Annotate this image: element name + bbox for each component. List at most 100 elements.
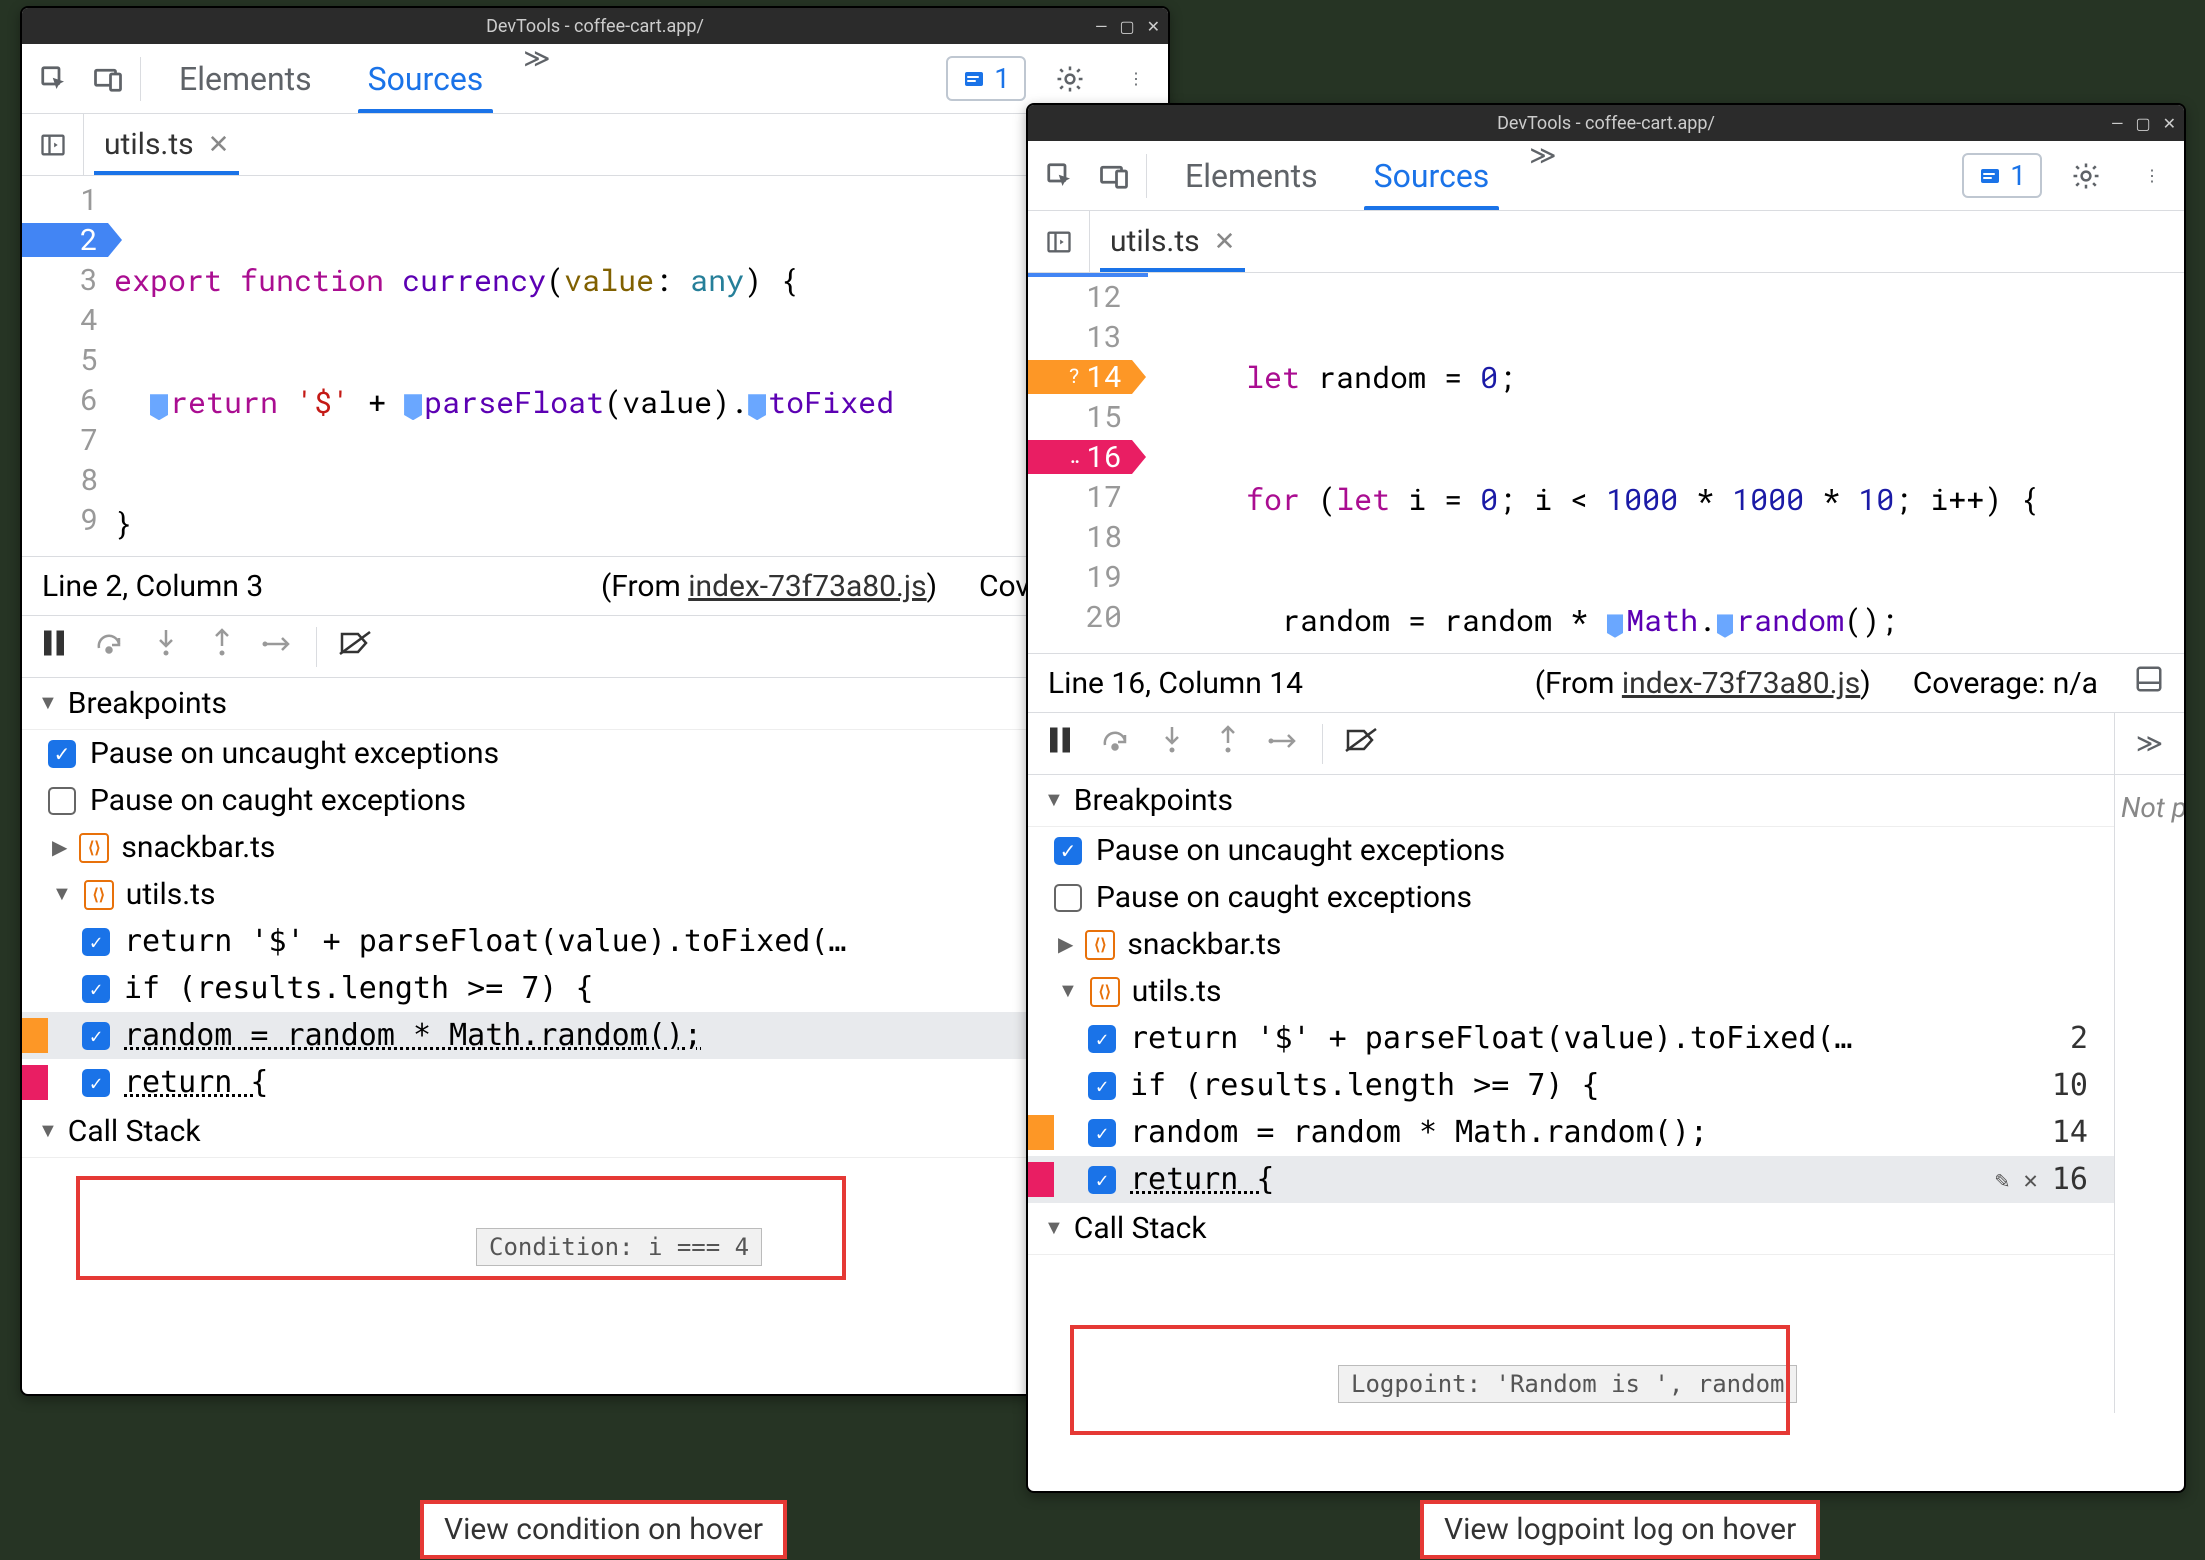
- kebab-menu-icon[interactable]: ⋮: [1114, 57, 1158, 101]
- edit-icon[interactable]: ✎: [1995, 1166, 2009, 1194]
- line-gutter[interactable]: 1 2 3 4 5 6 7 8 9: [22, 176, 114, 556]
- bp-file-utils[interactable]: ▼⟨⟩ utils.ts: [1028, 968, 2114, 1015]
- inspect-icon[interactable]: [1038, 154, 1082, 198]
- conditional-bp-marker: [1028, 1115, 1054, 1150]
- checkbox-icon[interactable]: ✓: [1088, 1119, 1116, 1147]
- breakpoint-item-hovered[interactable]: ✓ return { ✎ ✕ 16: [1028, 1156, 2114, 1203]
- breakpoint-item[interactable]: ✓ return '$' + parseFloat(value).toFixed…: [22, 918, 1168, 965]
- step-into-icon[interactable]: [1154, 725, 1190, 762]
- file-tab-utils[interactable]: utils.ts ✕: [84, 114, 249, 175]
- breakpoint-item[interactable]: ✓ random = random * Math.random(); 14: [1028, 1109, 2114, 1156]
- minimize-icon[interactable]: —: [1095, 17, 1108, 36]
- breakpoint-marker[interactable]: 2: [22, 223, 108, 257]
- typescript-file-icon: ⟨⟩: [79, 833, 109, 863]
- main-toolbar: Elements Sources ≫ 1 ⋮: [1028, 141, 2184, 211]
- step-over-icon[interactable]: [92, 630, 128, 663]
- delete-icon[interactable]: ✕: [2023, 1166, 2037, 1194]
- bp-file-utils[interactable]: ▼ ⟨⟩ utils.ts: [22, 871, 1168, 918]
- file-tab-utils[interactable]: utils.ts ✕: [1090, 211, 1255, 272]
- source-map-link[interactable]: index-73f73a80.js: [1622, 666, 1860, 701]
- callstack-section-header[interactable]: ▼ Call Stack: [22, 1106, 1168, 1158]
- show-navigator-icon[interactable]: [1028, 211, 1090, 272]
- checkbox-icon[interactable]: ✓: [1054, 837, 1082, 865]
- coverage-toggle-icon[interactable]: [2134, 664, 2164, 702]
- close-file-icon[interactable]: ✕: [208, 130, 230, 160]
- breakpoint-item[interactable]: ✓ if (results.length >= 7) { 10: [22, 965, 1168, 1012]
- step-icon[interactable]: [260, 632, 296, 662]
- breakpoints-section-header[interactable]: ▼ Breakpoints: [22, 678, 1168, 730]
- coverage-status: Coverage: n/a: [1913, 666, 2098, 701]
- checkbox-icon[interactable]: ✓: [82, 1069, 110, 1097]
- tab-elements[interactable]: Elements: [1157, 141, 1346, 210]
- tab-sources[interactable]: Sources: [340, 44, 512, 113]
- checkbox-icon[interactable]: ✓: [82, 1022, 110, 1050]
- breakpoint-item-hovered[interactable]: ✓ random = random * Math.random(); ✎ ✕ 1…: [22, 1012, 1168, 1059]
- checkbox-icon[interactable]: ✓: [48, 740, 76, 768]
- checkbox-icon[interactable]: ✓: [1088, 1072, 1116, 1100]
- step-into-icon[interactable]: [148, 628, 184, 665]
- devtools-window-right: DevTools - coffee-cart.app/ — ▢ ✕ Elemen…: [1026, 103, 2186, 1493]
- close-file-icon[interactable]: ✕: [1214, 227, 1236, 257]
- code-content[interactable]: export function currency(value: any) { r…: [114, 176, 1168, 556]
- line-gutter[interactable]: 12 13 ?14 15 ‥16 17 18 19 20: [1028, 273, 1138, 653]
- step-out-icon[interactable]: [1210, 725, 1246, 762]
- maximize-icon[interactable]: ▢: [2135, 114, 2150, 133]
- inline-breakpoint-icon[interactable]: [748, 394, 766, 420]
- pause-caught-row[interactable]: Pause on caught exceptions: [22, 777, 1168, 824]
- logpoint-marker[interactable]: ‥16: [1028, 440, 1132, 474]
- step-icon[interactable]: [1266, 729, 1302, 759]
- maximize-icon[interactable]: ▢: [1119, 17, 1134, 36]
- pause-caught-row[interactable]: Pause on caught exceptions: [1028, 874, 2114, 921]
- right-side-pane: ≫ Not pa: [2114, 713, 2184, 1413]
- tab-sources[interactable]: Sources: [1346, 141, 1518, 210]
- step-over-icon[interactable]: [1098, 727, 1134, 760]
- inline-breakpoint-icon[interactable]: [150, 394, 168, 420]
- conditional-bp-marker[interactable]: ?14: [1028, 360, 1132, 394]
- step-out-icon[interactable]: [204, 628, 240, 665]
- show-navigator-icon[interactable]: [22, 114, 84, 175]
- device-toggle-icon[interactable]: [1092, 154, 1136, 198]
- inline-breakpoint-icon[interactable]: [1607, 614, 1623, 637]
- tab-elements[interactable]: Elements: [151, 44, 340, 113]
- expand-pane-icon[interactable]: ≫: [2115, 713, 2184, 775]
- deactivate-breakpoints-icon[interactable]: [1343, 727, 1379, 760]
- checkbox-icon[interactable]: ✓: [82, 928, 110, 956]
- more-tabs-icon[interactable]: ≫: [1517, 141, 1556, 210]
- breakpoints-section-header[interactable]: ▼ Breakpoints: [1028, 775, 2114, 827]
- code-editor[interactable]: 1 2 3 4 5 6 7 8 9 export function curren…: [22, 176, 1168, 556]
- kebab-menu-icon[interactable]: ⋮: [2130, 154, 2174, 198]
- checkbox-icon[interactable]: ✓: [82, 975, 110, 1003]
- settings-icon[interactable]: [1048, 57, 1092, 101]
- breakpoint-item[interactable]: ✓ return '$' + parseFloat(value).toFixed…: [1028, 1015, 2114, 1062]
- more-tabs-icon[interactable]: ≫: [511, 44, 550, 113]
- code-editor[interactable]: 12 13 ?14 15 ‥16 17 18 19 20 let random …: [1028, 273, 2184, 653]
- source-map-link[interactable]: index-73f73a80.js: [688, 569, 926, 604]
- settings-icon[interactable]: [2064, 154, 2108, 198]
- checkbox-icon[interactable]: ✓: [1088, 1166, 1116, 1194]
- breakpoint-item[interactable]: ✓ return { 16: [22, 1059, 1168, 1106]
- file-tab-bar: utils.ts ✕: [22, 114, 1168, 176]
- close-icon[interactable]: ✕: [2163, 114, 2176, 133]
- inline-breakpoint-icon[interactable]: [404, 394, 422, 420]
- code-content[interactable]: let random = 0; for (let i = 0; i < 1000…: [1138, 273, 2184, 653]
- pause-uncaught-row[interactable]: ✓ Pause on uncaught exceptions: [1028, 827, 2114, 874]
- close-icon[interactable]: ✕: [1147, 17, 1160, 36]
- inline-breakpoint-icon[interactable]: [1717, 614, 1733, 637]
- bp-file-snackbar[interactable]: ▶ ⟨⟩ snackbar.ts: [22, 824, 1168, 871]
- minimize-icon[interactable]: —: [2111, 114, 2124, 133]
- issues-badge[interactable]: 1: [946, 56, 1026, 101]
- checkbox-icon[interactable]: [1054, 884, 1082, 912]
- checkbox-icon[interactable]: ✓: [1088, 1025, 1116, 1053]
- window-title: DevTools - coffee-cart.app/: [486, 16, 704, 37]
- pause-icon[interactable]: [36, 628, 72, 665]
- callstack-section-header[interactable]: ▼ Call Stack: [1028, 1203, 2114, 1255]
- deactivate-breakpoints-icon[interactable]: [337, 630, 373, 663]
- inspect-icon[interactable]: [32, 57, 76, 101]
- pause-icon[interactable]: [1042, 725, 1078, 762]
- pause-uncaught-row[interactable]: ✓ Pause on uncaught exceptions: [22, 730, 1168, 777]
- breakpoint-item[interactable]: ✓ if (results.length >= 7) { 10: [1028, 1062, 2114, 1109]
- checkbox-icon[interactable]: [48, 787, 76, 815]
- bp-file-snackbar[interactable]: ▶⟨⟩ snackbar.ts: [1028, 921, 2114, 968]
- issues-badge[interactable]: 1: [1962, 153, 2042, 198]
- device-toggle-icon[interactable]: [86, 57, 130, 101]
